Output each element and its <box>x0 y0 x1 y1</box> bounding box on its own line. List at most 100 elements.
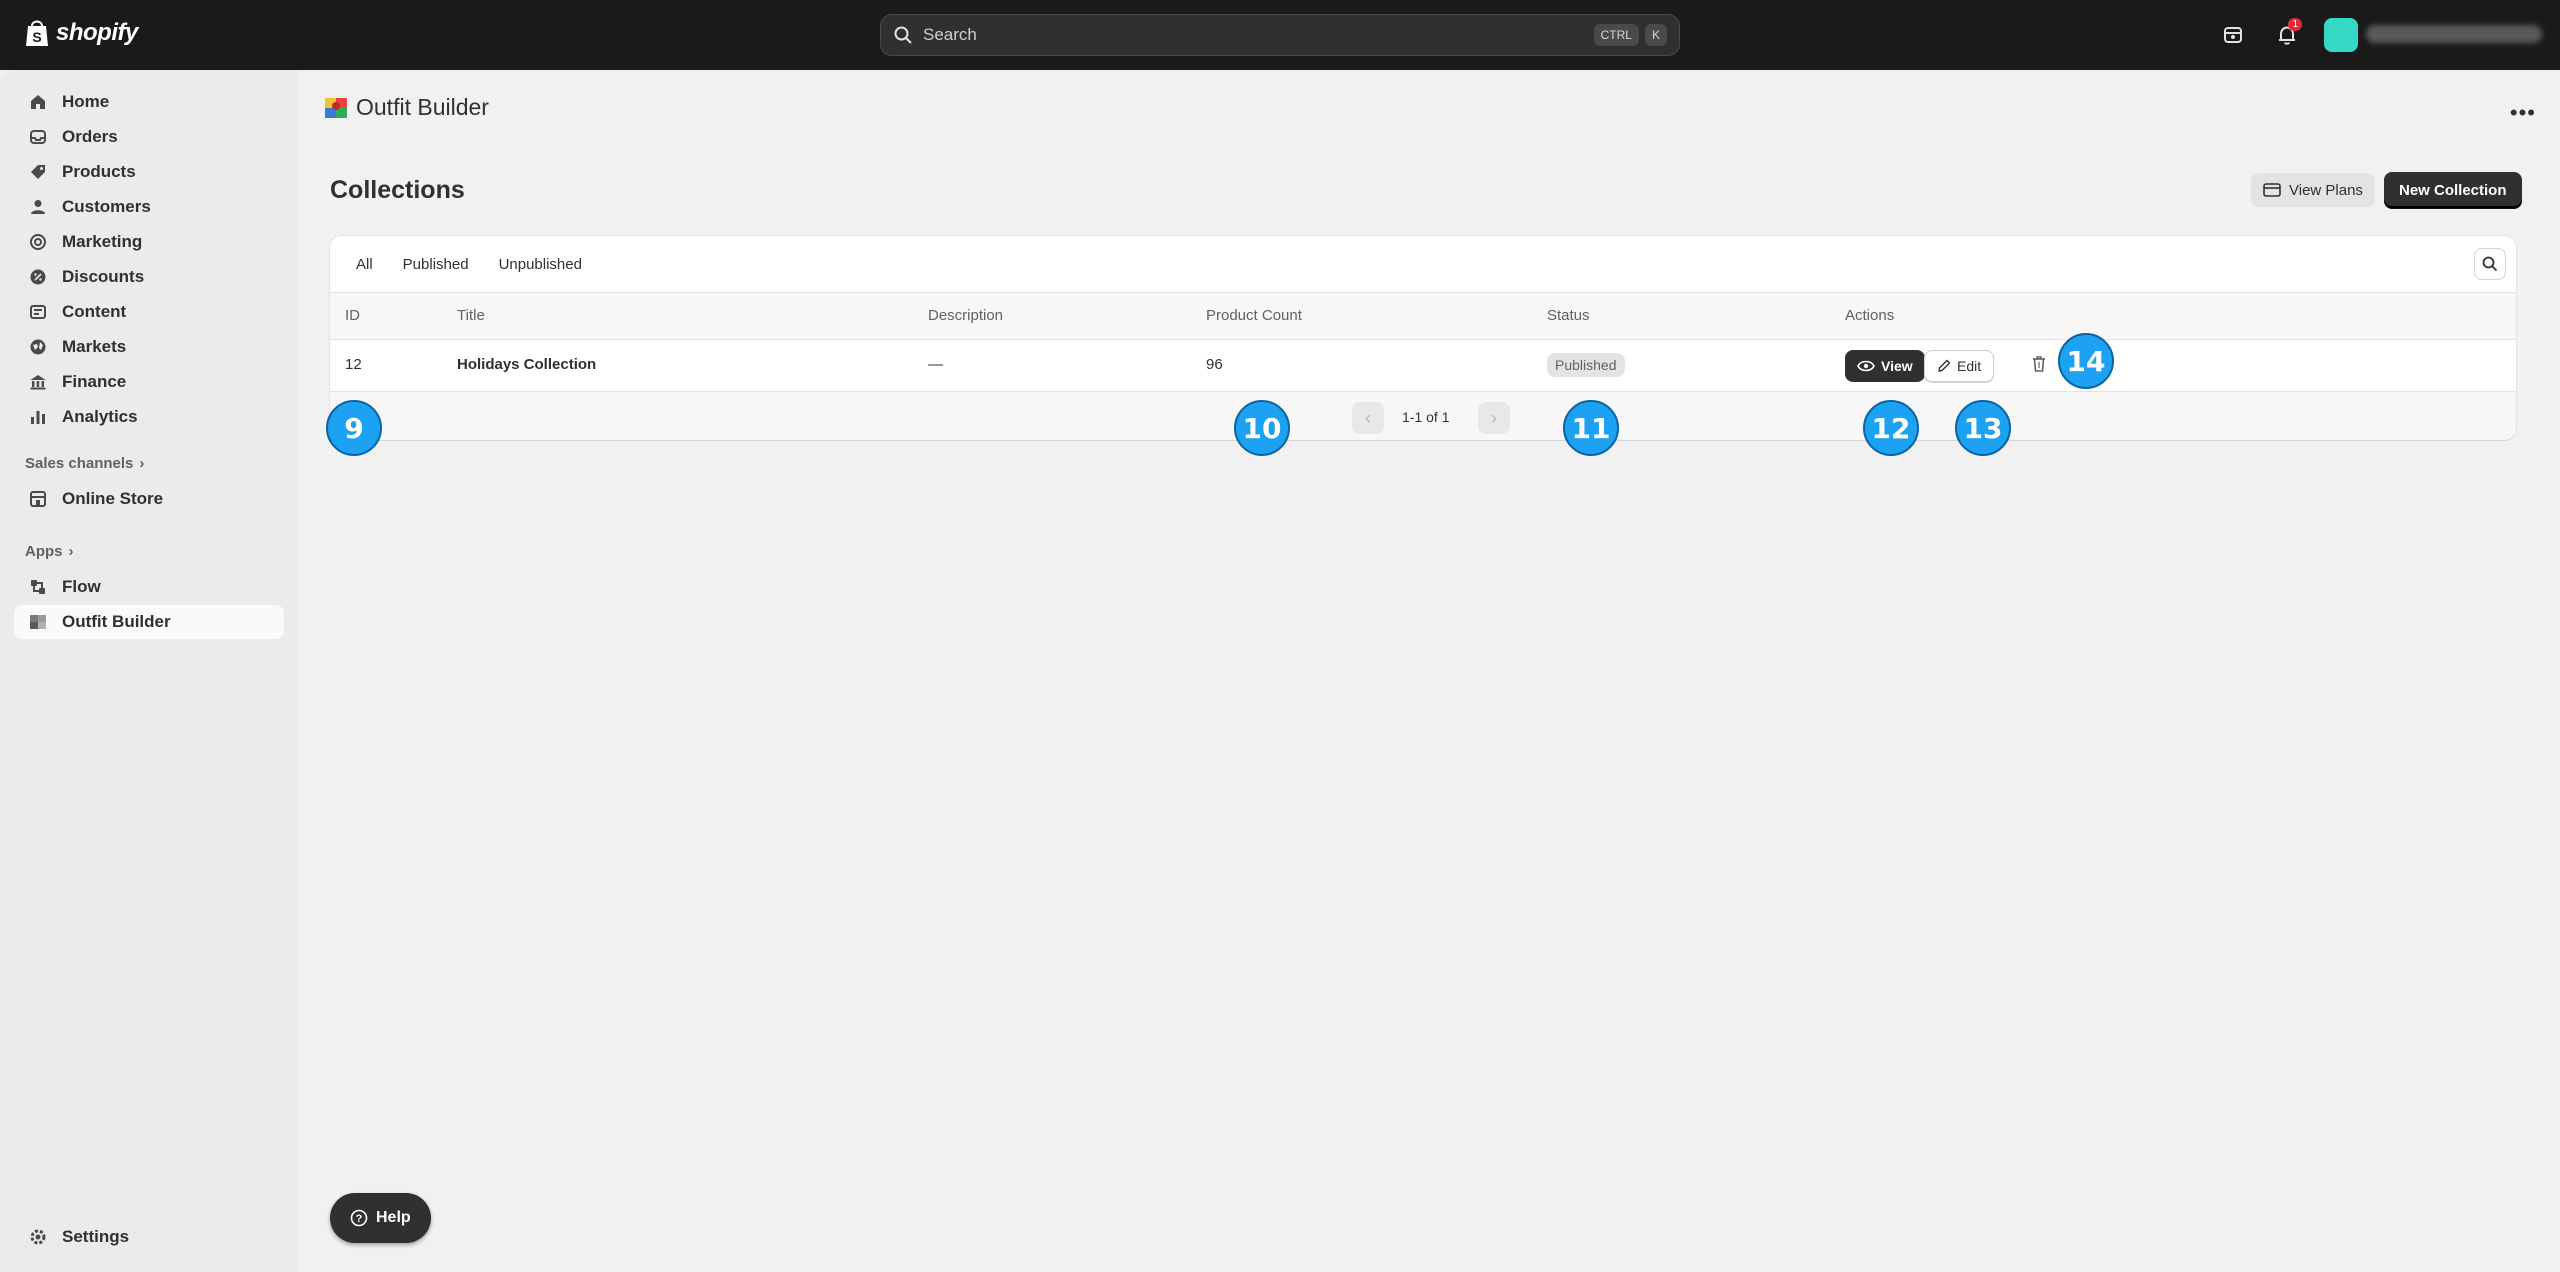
logo-text: shopify <box>56 19 138 46</box>
sidebar-item-settings[interactable]: Settings <box>14 1220 284 1254</box>
store-switcher-button[interactable] <box>2218 20 2248 50</box>
help-button[interactable]: ? Help <box>330 1193 431 1243</box>
chevron-right-icon: › <box>1491 407 1497 428</box>
sidebar-item-online-store[interactable]: Online Store <box>14 482 284 516</box>
annotation-marker-9: 9 <box>326 400 382 456</box>
discount-icon <box>28 267 48 287</box>
notifications-button[interactable]: 1 <box>2272 18 2302 50</box>
target-icon <box>28 232 48 252</box>
sidebar-item-content[interactable]: Content <box>14 295 284 329</box>
sidebar-item-outfit-builder[interactable]: Outfit Builder <box>14 605 284 639</box>
outfit-builder-app-icon <box>28 612 48 632</box>
apps-heading[interactable]: Apps › <box>25 543 74 560</box>
gear-icon <box>28 1227 48 1247</box>
notification-count-badge: 1 <box>2288 18 2302 31</box>
cell-id: 12 <box>345 356 362 373</box>
sidebar-item-customers[interactable]: Customers <box>14 190 284 224</box>
home-icon <box>28 92 48 112</box>
sidebar-item-label: Outfit Builder <box>62 612 171 631</box>
bar-chart-icon <box>28 407 48 427</box>
sidebar-item-products[interactable]: Products <box>14 155 284 189</box>
edit-label: Edit <box>1957 358 1982 374</box>
main-content: Outfit Builder ••• Collections View Plan… <box>298 70 2560 1272</box>
table-search-button[interactable] <box>2474 248 2506 280</box>
global-search-bar[interactable]: Search CTRL K <box>880 14 1680 56</box>
view-plans-button[interactable]: View Plans <box>2251 173 2375 207</box>
column-header-description[interactable]: Description <box>928 307 1003 324</box>
sales-channels-label: Sales channels <box>25 455 134 472</box>
sidebar-item-discounts[interactable]: Discounts <box>14 260 284 294</box>
sidebar-item-finance[interactable]: Finance <box>14 365 284 399</box>
sidebar-item-label: Finance <box>62 372 127 391</box>
svg-text:?: ? <box>356 1213 363 1225</box>
pagination-label: 1-1 of 1 <box>1402 409 1450 425</box>
sidebar-item-label: Discounts <box>62 267 145 286</box>
column-header-actions: Actions <box>1845 307 1895 324</box>
outfit-builder-app-icon <box>325 97 347 118</box>
new-collection-label: New Collection <box>2399 181 2507 199</box>
store-icon <box>2224 27 2242 43</box>
status-badge: Published <box>1547 353 1625 377</box>
store-avatar[interactable] <box>2324 18 2358 52</box>
flow-icon <box>28 577 48 597</box>
sales-channels-heading[interactable]: Sales channels › <box>25 455 144 472</box>
shortcut-key-k: K <box>1644 24 1667 46</box>
search-placeholder: Search <box>923 25 977 44</box>
tab-published[interactable]: Published <box>391 248 481 281</box>
tab-unpublished[interactable]: Unpublished <box>487 248 594 281</box>
next-page-button[interactable]: › <box>1478 402 1510 434</box>
sidebar-item-label: Orders <box>62 127 118 146</box>
sidebar-item-marketing[interactable]: Marketing <box>14 225 284 259</box>
column-header-product-count[interactable]: Product Count <box>1206 307 1302 324</box>
inbox-icon <box>28 127 48 147</box>
sidebar-item-label: Home <box>62 92 110 111</box>
pencil-icon <box>1938 359 1951 372</box>
sidebar-item-flow[interactable]: Flow <box>14 570 284 604</box>
eye-icon <box>1857 360 1875 372</box>
page-title: Collections <box>330 176 465 204</box>
search-icon <box>894 26 912 44</box>
search-icon <box>2482 256 2498 272</box>
app-header: Outfit Builder <box>324 94 489 121</box>
sidebar-item-label: Analytics <box>62 407 138 426</box>
bank-icon <box>28 372 48 392</box>
sidebar-item-label: Content <box>62 302 127 321</box>
view-button[interactable]: View <box>1845 350 1925 382</box>
annotation-marker-11: 11 <box>1563 400 1619 456</box>
chevron-right-icon: › <box>139 455 145 472</box>
trash-icon <box>2033 356 2045 372</box>
sidebar-item-label: Customers <box>62 197 151 216</box>
cell-title[interactable]: Holidays Collection <box>457 356 596 373</box>
annotation-marker-14: 14 <box>2058 333 2114 389</box>
more-actions-icon[interactable]: ••• <box>2510 100 2536 126</box>
column-header-id[interactable]: ID <box>345 307 360 324</box>
sidebar-item-markets[interactable]: Markets <box>14 330 284 364</box>
column-header-status[interactable]: Status <box>1547 307 1590 324</box>
sidebar-item-home[interactable]: Home <box>14 85 284 119</box>
content-icon <box>28 302 48 322</box>
previous-page-button[interactable]: ‹ <box>1352 402 1384 434</box>
svg-text:S: S <box>32 29 41 45</box>
shopify-logo[interactable]: S shopify <box>24 18 138 48</box>
table-row[interactable]: 12 Holidays Collection — 96 Published Vi… <box>330 340 2516 392</box>
person-icon <box>28 197 48 217</box>
annotation-marker-12: 12 <box>1863 400 1919 456</box>
question-circle-icon: ? <box>350 1209 368 1227</box>
filter-tabs: All Published Unpublished <box>330 236 2516 292</box>
help-label: Help <box>376 1209 411 1226</box>
cell-description: — <box>928 356 943 373</box>
view-plans-label: View Plans <box>2289 181 2363 199</box>
edit-button[interactable]: Edit <box>1924 350 1995 382</box>
store-name-blurred[interactable] <box>2366 25 2542 43</box>
tab-all[interactable]: All <box>344 247 385 281</box>
sidebar-item-analytics[interactable]: Analytics <box>14 400 284 434</box>
sidebar-item-label: Marketing <box>62 232 143 251</box>
sidebar-item-label: Flow <box>62 577 101 596</box>
new-collection-button[interactable]: New Collection <box>2384 172 2522 208</box>
sidebar-item-orders[interactable]: Orders <box>14 120 284 154</box>
top-bar: S shopify Search CTRL K 1 <box>0 0 2560 70</box>
column-header-title[interactable]: Title <box>457 307 485 324</box>
delete-button[interactable] <box>2027 352 2051 376</box>
annotation-marker-10: 10 <box>1234 400 1290 456</box>
annotation-marker-13: 13 <box>1955 400 2011 456</box>
